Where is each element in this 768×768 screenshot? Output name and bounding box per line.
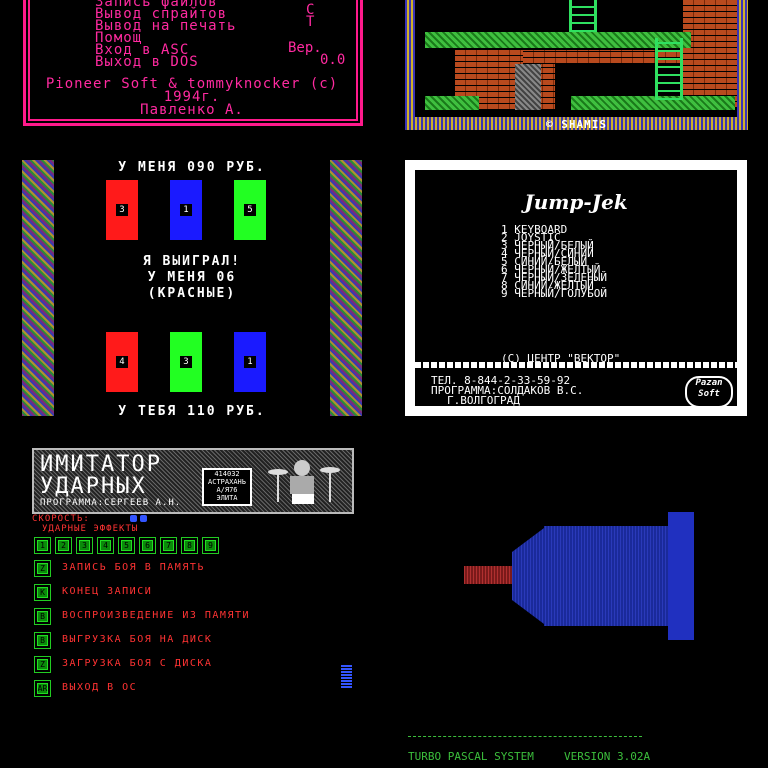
play-option[interactable]: ВОСПРОИЗВЕДЕНИЕ ИЗ ПАМЯТИ bbox=[62, 610, 250, 621]
menu-screen: Запись файлов Вывод спрайтов Вывод на пе… bbox=[0, 0, 384, 130]
load-key[interactable]: Z bbox=[34, 656, 51, 673]
grass-platform bbox=[425, 32, 691, 48]
effect-button[interactable]: 6 bbox=[139, 537, 156, 554]
play-key[interactable]: B bbox=[34, 608, 51, 625]
speed-indicator[interactable] bbox=[130, 515, 137, 522]
drummer-icon bbox=[268, 460, 340, 504]
play-area bbox=[415, 0, 737, 117]
card-game-screen: У МЕНЯ 090 РУБ. 3 1 5 Я ВЫИГРАЛ! У МЕНЯ … bbox=[0, 152, 384, 422]
win-message: Я ВЫИГРАЛ! bbox=[142, 254, 242, 269]
effect-button[interactable]: 7 bbox=[160, 537, 177, 554]
card-number: 3 bbox=[180, 356, 192, 368]
studio-logo: Pazan Soft bbox=[685, 376, 733, 408]
card[interactable]: 1 bbox=[170, 180, 202, 240]
author-line: ПРОГРАММА:СЕРГЕЕВ А.Н. bbox=[40, 498, 182, 508]
card[interactable]: 5 bbox=[234, 180, 266, 240]
speed-label: СКОРОСТЬ: bbox=[32, 514, 90, 524]
card-number: 3 bbox=[116, 204, 128, 216]
platform-game-screen: © SHAMIS bbox=[405, 0, 748, 130]
save-option[interactable]: ВЫГРУЗКА БОЯ НА ДИСК bbox=[62, 634, 212, 645]
city: Г.ВОЛГОГРАД bbox=[447, 394, 520, 407]
address-stamp: 414032 АСТРАХАНЬ А/Я76 ЭЛИТА bbox=[202, 468, 252, 506]
game-title: Jump-Jek bbox=[524, 190, 628, 214]
my-money: У МЕНЯ 090 РУБ. bbox=[118, 160, 266, 175]
grass-platform bbox=[571, 96, 735, 110]
effect-button[interactable]: 8 bbox=[181, 537, 198, 554]
save-key[interactable]: B bbox=[34, 632, 51, 649]
win-color: (КРАСНЫЕ) bbox=[147, 286, 237, 301]
drum-simulator-screen: ИМИТАТОР УДАРНЫХ ПРОГРАММА:СЕРГЕЕВ А.Н. … bbox=[0, 440, 384, 768]
card-number: 4 bbox=[116, 356, 128, 368]
card[interactable]: 3 bbox=[170, 332, 202, 392]
divider bbox=[415, 362, 737, 368]
win-score: У МЕНЯ 06 bbox=[147, 270, 237, 285]
card[interactable]: 4 bbox=[106, 332, 138, 392]
effect-button[interactable]: 4 bbox=[97, 537, 114, 554]
your-money: У ТЕБЯ 110 РУБ. bbox=[118, 404, 266, 419]
record-key[interactable]: Z bbox=[34, 560, 51, 577]
exit-option[interactable]: ВЫХОД В ОС bbox=[62, 682, 137, 693]
version-value: 0.0 bbox=[320, 52, 346, 68]
ladder bbox=[569, 0, 597, 32]
menu-item[interactable]: Выход в DOS bbox=[95, 55, 199, 69]
card[interactable]: 3 bbox=[106, 180, 138, 240]
brick-wall bbox=[683, 0, 737, 108]
system-label: TURBO PASCAL SYSTEM bbox=[408, 750, 534, 763]
separator bbox=[408, 736, 642, 737]
option-item[interactable]: 9 ЧЕРНЫЙ/ГОЛУБОЙ bbox=[501, 288, 607, 299]
cylinder-render bbox=[464, 512, 694, 640]
jump-jek-screen: Jump-Jek 1 KEYBOARD 2 JOYSTIC 3 ЧЕРНЫЙ/Б… bbox=[405, 160, 747, 416]
credit-author: Павленко А. bbox=[140, 102, 244, 118]
ladder bbox=[655, 38, 683, 100]
effects-label: УДАРНЫЕ ЭФФЕКТЫ bbox=[42, 524, 139, 534]
version-label: VERSION 3.02A bbox=[564, 750, 651, 763]
version-label: Вер. bbox=[288, 40, 322, 56]
card-number: 5 bbox=[244, 204, 256, 216]
stop-record-option[interactable]: КОНЕЦ ЗАПИСИ bbox=[62, 586, 152, 597]
title-banner: ИМИТАТОР УДАРНЫХ ПРОГРАММА:СЕРГЕЕВ А.Н. … bbox=[32, 448, 354, 514]
speed-indicator[interactable] bbox=[140, 515, 147, 522]
record-option[interactable]: ЗАПИСЬ БОЯ В ПАМЯТЬ bbox=[62, 562, 205, 573]
grass-platform bbox=[425, 96, 479, 110]
load-option[interactable]: ЗАГРУЗКА БОЯ С ДИСКА bbox=[62, 658, 212, 669]
exit-key[interactable]: AR bbox=[34, 680, 51, 697]
stop-record-key[interactable]: K bbox=[34, 584, 51, 601]
title-line2: УДАРНЫХ bbox=[40, 474, 147, 499]
card-number: 1 bbox=[180, 204, 192, 216]
effect-button[interactable]: 1 bbox=[34, 537, 51, 554]
effect-button[interactable]: 9 bbox=[202, 537, 219, 554]
card[interactable]: 1 bbox=[234, 332, 266, 392]
jump-jek-panel: Jump-Jek 1 KEYBOARD 2 JOYSTIC 3 ЧЕРНЫЙ/Б… bbox=[415, 170, 737, 408]
card-number: 1 bbox=[244, 356, 256, 368]
turbo-pascal-screen: TURBO PASCAL SYSTEM VERSION 3.02A bbox=[384, 440, 768, 768]
level-meter bbox=[341, 664, 352, 688]
effect-button[interactable]: 5 bbox=[118, 537, 135, 554]
author-signature: © SHAMIS bbox=[546, 118, 607, 130]
effect-button[interactable]: 2 bbox=[55, 537, 72, 554]
effect-button[interactable]: 3 bbox=[76, 537, 93, 554]
menu-key: T bbox=[306, 14, 315, 30]
stone-column bbox=[515, 64, 541, 110]
